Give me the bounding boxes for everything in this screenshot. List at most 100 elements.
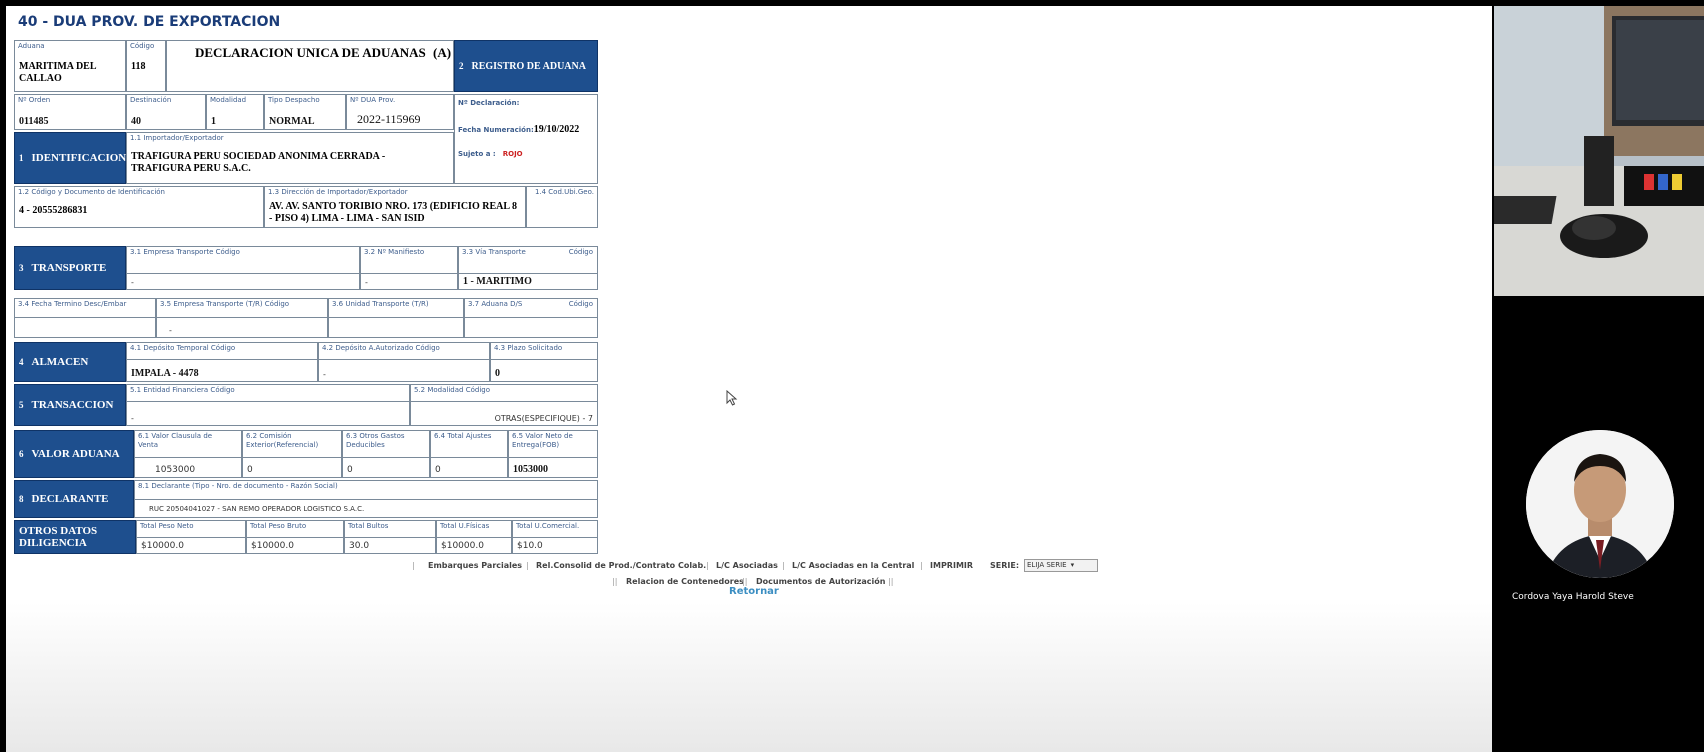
u-comercial-cell: Total U.Comercial. $10.0: [512, 520, 598, 554]
transaccion-header: 5 TRANSACCION: [14, 384, 126, 426]
valor-neto-label: 6.5 Valor Neto de Entrega(FOB): [512, 432, 573, 449]
dua-prov-label: Nº DUA Prov.: [350, 96, 396, 104]
bultos-cell: Total Bultos 30.0: [344, 520, 436, 554]
identificacion-header: 1 IDENTIFICACION: [14, 132, 126, 184]
destinacion-label: Destinación: [130, 96, 172, 104]
entidad-financiera-cell: 5.1 Entidad Financiera Código -: [126, 384, 410, 426]
declarante-label: 8.1 Declarante (Tipo - Nro. de documento…: [138, 482, 338, 490]
valor-clausula-label: 6.1 Valor Clausula de Venta: [138, 432, 213, 449]
almacen-header: 4 ALMACEN: [14, 342, 126, 382]
dua-prov-value: 2022-115969: [357, 112, 421, 126]
total-ajustes-cell: 6.4 Total Ajustes 0: [430, 430, 508, 478]
declarante-cell: 8.1 Declarante (Tipo - Nro. de documento…: [134, 480, 598, 518]
relacion-contenedores-link[interactable]: Relacion de Contenedores: [626, 577, 744, 586]
lc-asociadas-central-link[interactable]: L/C Asociadas en la Central: [792, 561, 914, 570]
empresa-tr-cell: 3.5 Empresa Transporte (T/R) Código -: [156, 298, 328, 338]
destinacion-cell: Destinación 40: [126, 94, 206, 130]
aduana-ds-codigo-label: Código: [568, 300, 593, 308]
plazo-cell: 4.3 Plazo Solicitado 0: [490, 342, 598, 382]
importador-label: 1.1 Importador/Exportador: [130, 134, 224, 142]
sujeto-status-badge: ROJO: [502, 150, 523, 158]
valor-clausula-value: 1053000: [155, 465, 196, 475]
peso-neto-cell: Total Peso Neto $10000.0: [136, 520, 246, 554]
destinacion-value: 40: [131, 116, 141, 127]
u-fisicas-value: $10000.0: [441, 541, 484, 551]
via-transporte-label: 3.3 Vía Transporte: [462, 248, 526, 256]
orden-label: Nº Orden: [18, 96, 51, 104]
deposito-temporal-cell: 4.1 Depósito Temporal Código IMPALA - 44…: [126, 342, 318, 382]
peso-bruto-label: Total Peso Bruto: [250, 522, 307, 530]
empresa-tr-value: -: [169, 326, 172, 335]
plazo-label: 4.3 Plazo Solicitado: [494, 344, 563, 352]
entidad-financiera-label: 5.1 Entidad Financiera Código: [130, 386, 235, 394]
retornar-link[interactable]: Retornar: [729, 586, 779, 597]
tipo-despacho-value: NORMAL: [269, 116, 315, 127]
modalidad-transaccion-value: OTRAS(ESPECIFIQUE) - 7: [494, 414, 593, 423]
serie-select[interactable]: ELIJA SERIE ▾: [1024, 559, 1098, 572]
modalidad-value: 1: [211, 116, 216, 127]
via-transporte-cell: 3.3 Vía Transporte Código 1 - MARITIMO: [458, 246, 598, 290]
lc-asociadas-link[interactable]: L/C Asociadas: [716, 561, 778, 570]
embarques-parciales-link[interactable]: Embarques Parciales: [428, 561, 522, 570]
otros-gastos-label: 6.3 Otros Gastos Deducibles: [346, 432, 405, 449]
documento-value: 4 - 20555286831: [19, 205, 88, 216]
rel-consolid-link[interactable]: Rel.Consolid de Prod./Contrato Colab.: [536, 561, 706, 570]
codigo-label: Código: [130, 42, 155, 50]
codigo-cell: Código 118: [126, 40, 166, 92]
modalidad-label: Modalidad: [210, 96, 247, 104]
empresa-transporte-value: -: [131, 278, 134, 287]
comision-cell: 6.2 Comisión Exterior(Referencial) 0: [242, 430, 342, 478]
u-comercial-value: $10.0: [517, 541, 543, 551]
ubigeo-label: 1.4 Cod.Ubi.Geo.: [534, 188, 594, 196]
browser-screen: 40 - DUA PROV. DE EXPORTACION Aduana MAR…: [6, 6, 1492, 752]
direccion-label: 1.3 Dirección de Importador/Exportador: [268, 188, 408, 196]
peso-bruto-value: $10000.0: [251, 541, 294, 551]
u-fisicas-cell: Total U.Físicas $10000.0: [436, 520, 512, 554]
otros-gastos-cell: 6.3 Otros Gastos Deducibles 0: [342, 430, 430, 478]
otros-datos-header: OTROS DATOS DILIGENCIA: [14, 520, 136, 554]
via-codigo-label: Código: [568, 248, 593, 256]
u-fisicas-label: Total U.Físicas: [440, 522, 490, 530]
modalidad-transaccion-cell: 5.2 Modalidad Código OTRAS(ESPECIFIQUE) …: [410, 384, 598, 426]
documentos-autorizacion-link[interactable]: Documentos de Autorización: [756, 577, 885, 586]
deposito-temporal-value: IMPALA - 4478: [131, 368, 199, 379]
aduana-label: Aduana: [18, 42, 45, 50]
declaracion-info-cell: Nº Declaración: Fecha Numeración:19/10/2…: [454, 94, 598, 184]
deposito-autorizado-label: 4.2 Depósito A.Autorizado Código: [322, 344, 440, 352]
comision-label: 6.2 Comisión Exterior(Referencial): [246, 432, 319, 449]
fecha-termino-cell: 3.4 Fecha Termino Desc/Embar: [14, 298, 156, 338]
otros-gastos-value: 0: [347, 465, 353, 475]
valor-aduana-header: 6 VALOR ADUANA: [14, 430, 134, 478]
unidad-tr-cell: 3.6 Unidad Transporte (T/R): [328, 298, 464, 338]
empresa-transporte-cell: 3.1 Empresa Transporte Código -: [126, 246, 360, 290]
manifiesto-cell: 3.2 Nº Manifiesto -: [360, 246, 458, 290]
deposito-autorizado-value: -: [323, 370, 326, 379]
aduana-value: MARITIMA DEL CALLAO: [19, 61, 96, 84]
comision-value: 0: [247, 465, 253, 475]
participant-avatar: [1526, 430, 1674, 578]
orden-value: 011485: [19, 116, 49, 127]
importador-value: TRAFIGURA PERU SOCIEDAD ANONIMA CERRADA …: [131, 151, 386, 174]
registro-aduana-header: 2 REGISTRO DE ADUANA: [454, 40, 598, 92]
empresa-tr-label: 3.5 Empresa Transporte (T/R) Código: [160, 300, 290, 308]
form-title: DECLARACION UNICA DE ADUANAS (A): [195, 45, 452, 60]
dua-prov-cell: Nº DUA Prov. 2022-115969: [346, 94, 454, 130]
aduana-cell: Aduana MARITIMA DEL CALLAO: [14, 40, 126, 92]
manifiesto-label: 3.2 Nº Manifiesto: [364, 248, 425, 256]
chevron-down-icon: ▾: [1070, 561, 1075, 569]
valor-neto-cell: 6.5 Valor Neto de Entrega(FOB) 1053000: [508, 430, 598, 478]
form-title-cell: DECLARACION UNICA DE ADUANAS (A): [166, 40, 454, 92]
tipo-despacho-label: Tipo Despacho: [268, 96, 320, 104]
peso-neto-label: Total Peso Neto: [140, 522, 194, 530]
modalidad-cell: Modalidad 1: [206, 94, 264, 130]
transporte-header: 3 TRANSPORTE: [14, 246, 126, 290]
declarante-header: 8 DECLARANTE: [14, 480, 134, 518]
empresa-transporte-label: 3.1 Empresa Transporte Código: [130, 248, 240, 256]
person-photo-icon: [1526, 430, 1674, 578]
imprimir-link[interactable]: IMPRIMIR: [930, 561, 973, 570]
dua-form: Aduana MARITIMA DEL CALLAO Código 118 DE…: [10, 32, 600, 554]
bultos-value: 30.0: [349, 541, 370, 551]
sujeto-a: Sujeto a : ROJO: [458, 150, 523, 158]
participant-name: Cordova Yaya Harold Steve: [1512, 592, 1634, 602]
screen-shadow: [6, 602, 1492, 752]
